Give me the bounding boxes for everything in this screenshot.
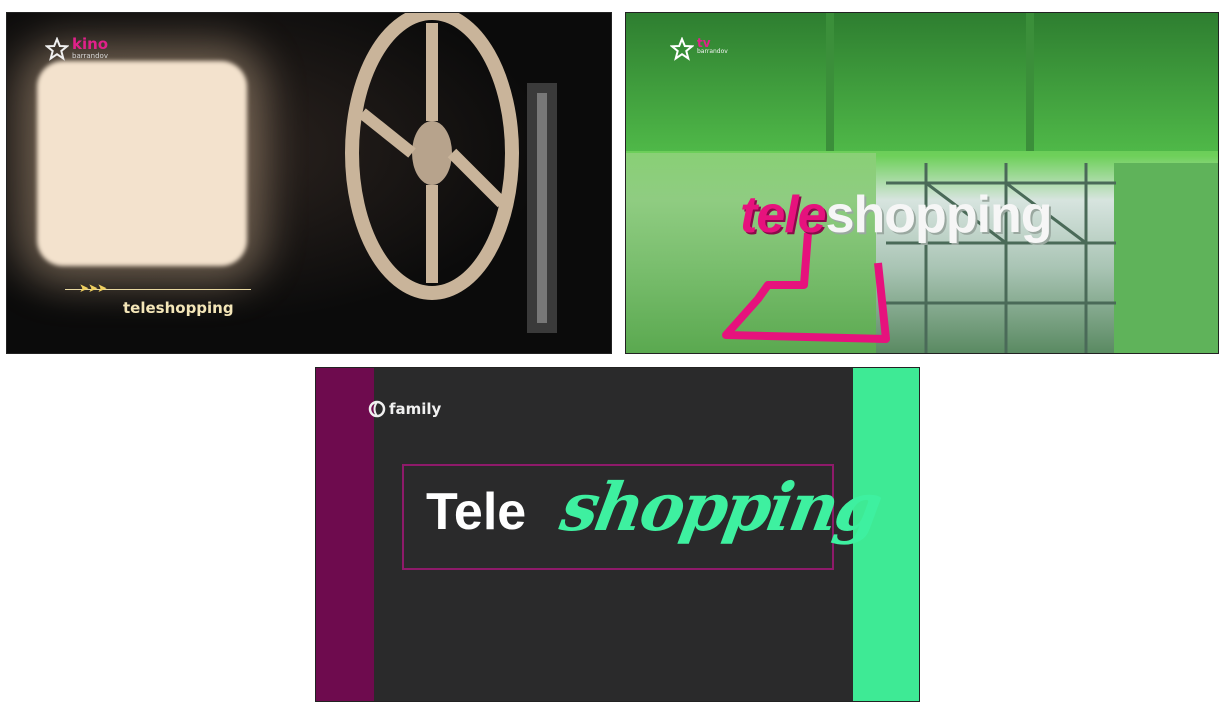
kino-barrandov-panel: kino barrandov ➤➤➤ teleshopping [6, 12, 612, 354]
logo-sub-text: barrandov [697, 48, 728, 55]
projector-light [37, 61, 247, 266]
tv-barrandov-panel: tv barrandov teleshopping [625, 12, 1219, 354]
title-shopping: shopping [555, 468, 886, 546]
family-panel: family Tele shopping [315, 367, 920, 702]
ceiling-beam [826, 13, 834, 151]
family-logo-icon [368, 400, 386, 418]
title-shopping: shopping [825, 186, 1053, 244]
logo-main-text: kino [72, 35, 109, 53]
green-panel [1114, 163, 1218, 353]
channel-logo: kino barrandov [45, 37, 108, 61]
purple-side-bar [316, 368, 374, 701]
star-icon [670, 37, 694, 61]
logo-sub-text: barrandov [72, 52, 108, 60]
green-ceiling [626, 13, 1218, 151]
film-reel-icon [345, 13, 557, 333]
arrows-icon: ➤➤➤ [79, 281, 107, 295]
title-tele: tele [740, 186, 827, 244]
title-tele: Tele [426, 483, 527, 541]
channel-logo: family [368, 400, 441, 418]
star-icon [45, 37, 69, 61]
teleshopping-caption: teleshopping [123, 299, 234, 317]
teleshopping-title: teleshopping [740, 185, 1053, 245]
logo-text: family [389, 400, 442, 418]
channel-logo: tv barrandov [670, 37, 728, 61]
ceiling-beam [1026, 13, 1034, 151]
